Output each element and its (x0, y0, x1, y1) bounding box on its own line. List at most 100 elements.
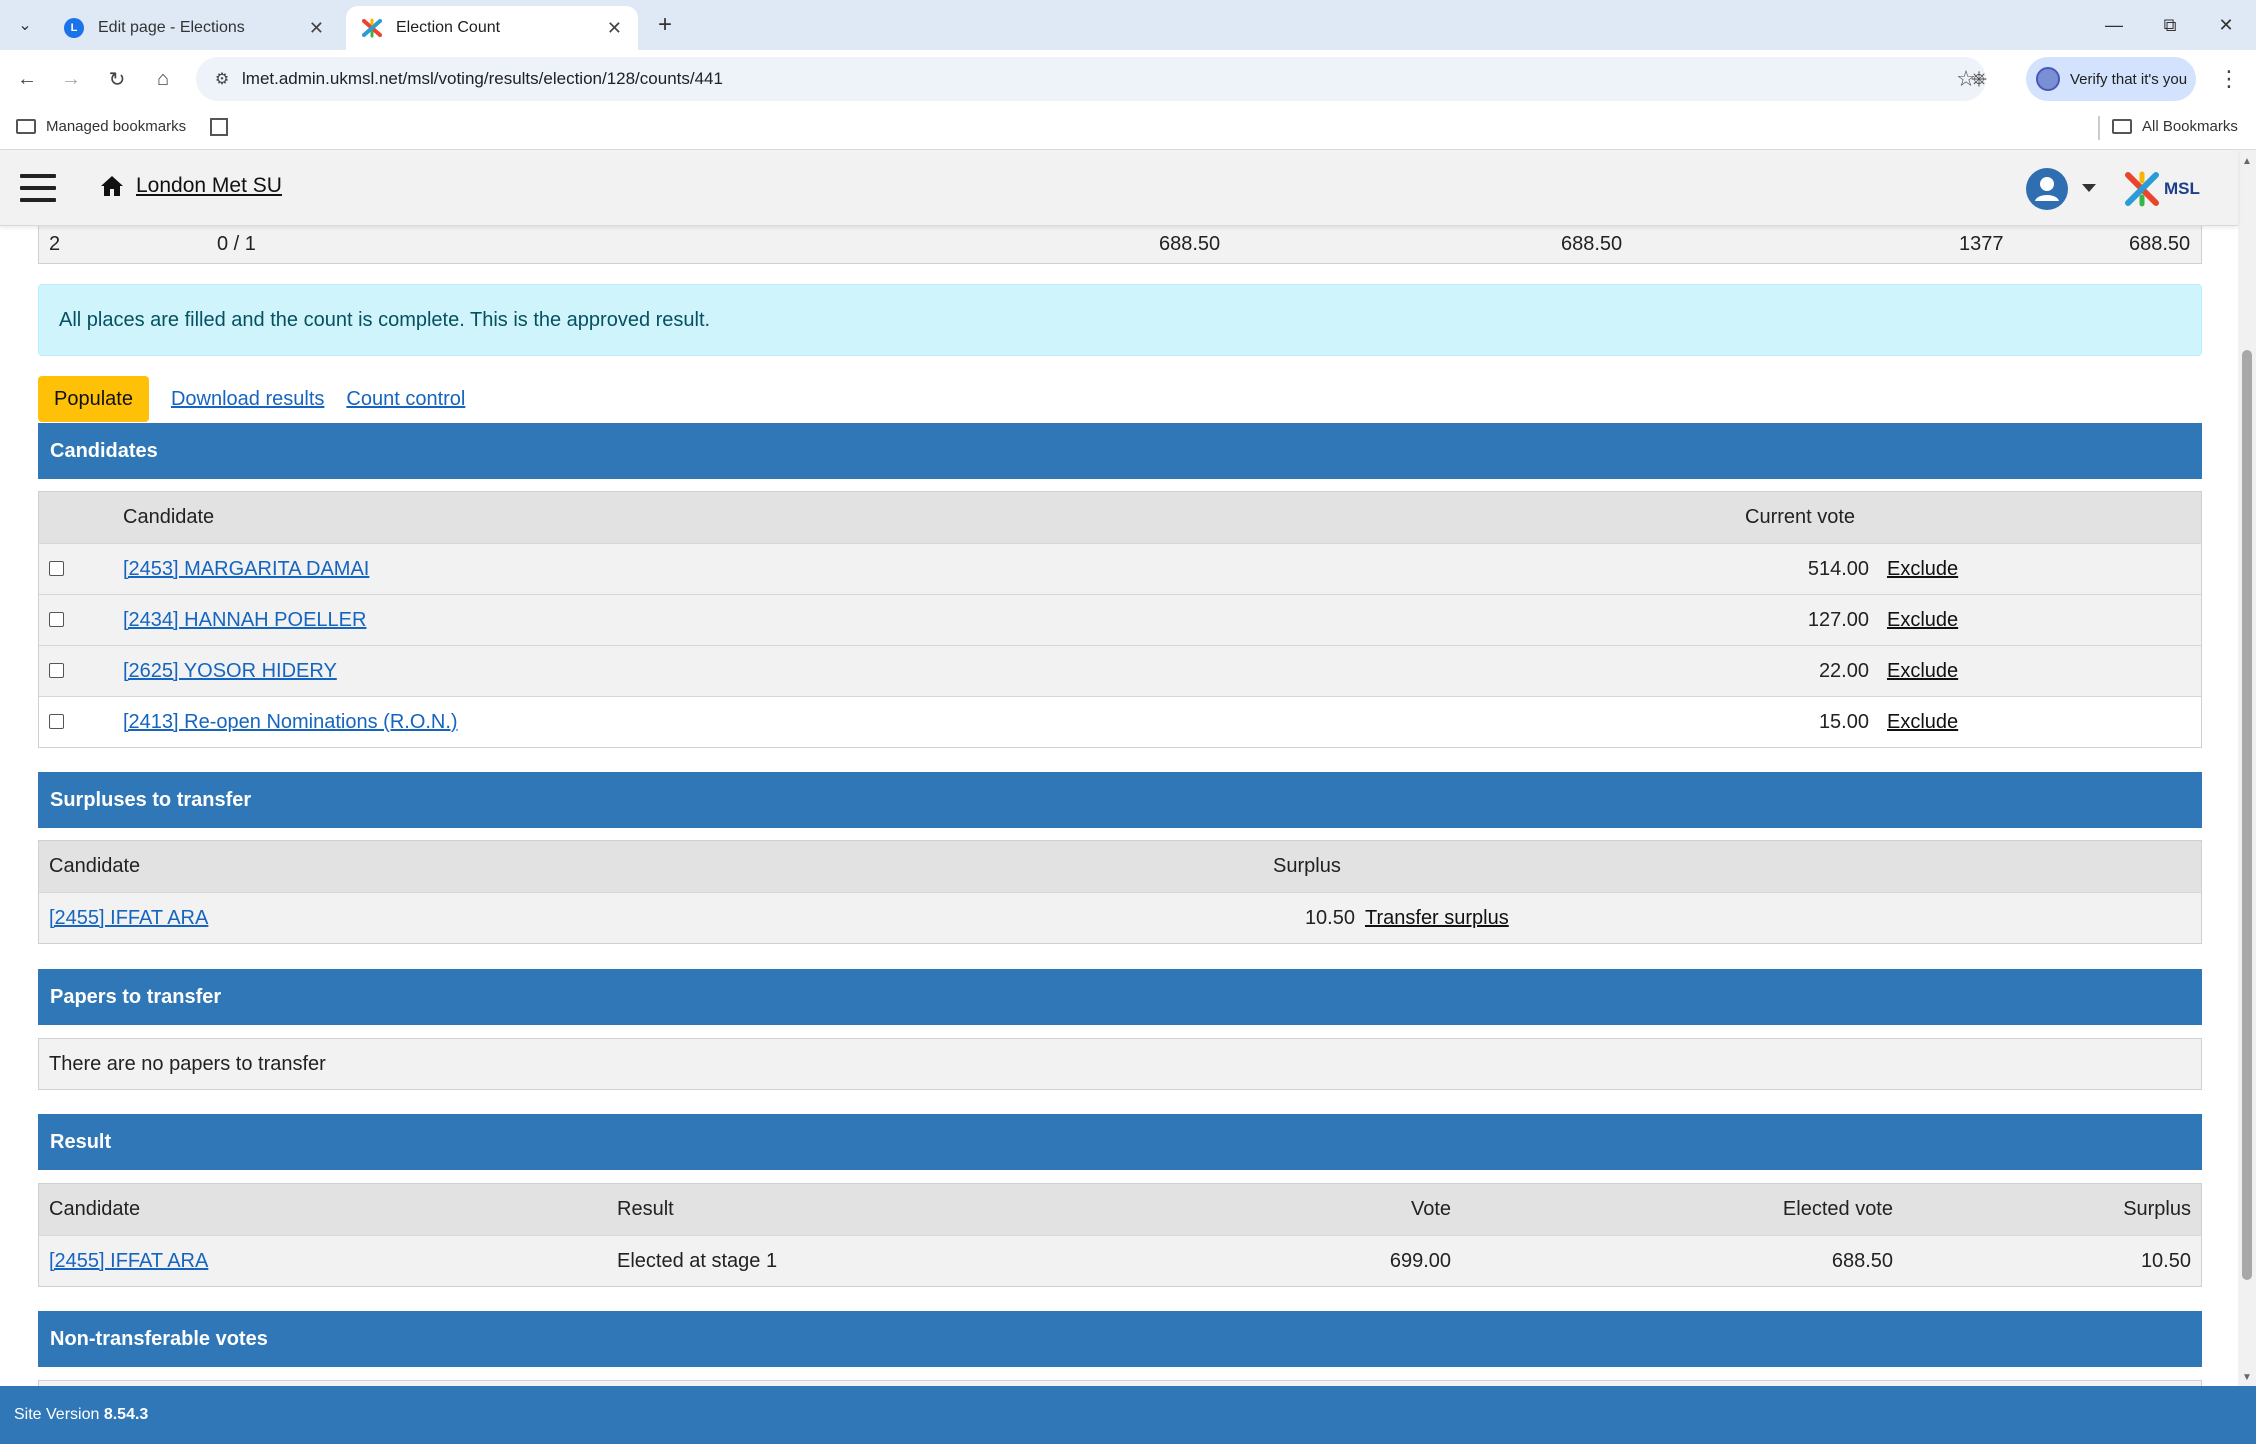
more-menu-icon[interactable]: ⋮ (2212, 62, 2246, 96)
candidate-vote: 514.00 (1807, 558, 1869, 580)
candidate-checkbox[interactable] (49, 663, 64, 678)
table-row: [2453] MARGARITA DAMAI 514.00 Exclude (39, 543, 2201, 594)
surpluses-table: Candidate Surplus [2455] IFFAT ARA 10.50… (38, 840, 2202, 944)
site-version-label: Site Version (14, 1406, 104, 1423)
restore-icon[interactable]: ⧉ (2142, 8, 2198, 42)
result-surplus: 10.50 (2140, 1250, 2191, 1272)
stage-value-6: 688.50 (2129, 233, 2191, 255)
minimize-icon[interactable]: — (2086, 8, 2142, 42)
papers-heading: Papers to transfer (38, 969, 2202, 1025)
tab-search-button[interactable]: ⌄ (12, 12, 38, 38)
home-icon[interactable]: ⌂ (146, 62, 180, 96)
stage-number: 2 (49, 233, 61, 255)
column-header-elected-vote: Elected vote (1782, 1198, 1893, 1220)
reload-icon[interactable]: ↻ (100, 62, 134, 96)
user-avatar-icon[interactable] (2026, 168, 2068, 210)
grid-icon (210, 118, 228, 136)
tab-title: Election Count (396, 19, 501, 36)
hamburger-menu-icon[interactable] (20, 174, 56, 202)
candidate-link[interactable]: [2413] Re-open Nominations (R.O.N.) (123, 697, 458, 747)
browser-tab-bar: ⌄ L Edit page - Elections ✕ Election Cou… (0, 0, 2256, 50)
all-bookmarks-folder[interactable]: All Bookmarks (2112, 118, 2238, 135)
site-header: London Met SU MSL (0, 150, 2238, 226)
table-row: [2625] YOSOR HIDERY 22.00 Exclude (39, 645, 2201, 696)
folder-icon (2112, 119, 2132, 134)
tab-edit-page-elections[interactable]: L Edit page - Elections ✕ (48, 6, 340, 50)
site-version-number: 8.54.3 (103, 1406, 149, 1423)
candidate-checkbox[interactable] (49, 612, 64, 627)
candidate-link[interactable]: [2434] HANNAH POELLER (123, 595, 366, 645)
managed-bookmarks-label: Managed bookmarks (46, 118, 187, 135)
url-text[interactable]: lmet.admin.ukmsl.net/msl/voting/results/… (242, 69, 1946, 89)
home-link[interactable]: London Met SU (100, 174, 282, 198)
candidate-checkbox[interactable] (49, 714, 64, 729)
result-table: Candidate Result Vote Elected vote Surpl… (38, 1183, 2202, 1287)
verify-label: Verify that it's you (2070, 70, 2188, 88)
msl-favicon-icon (362, 18, 382, 38)
candidate-link[interactable]: [2455] IFFAT ARA (49, 1236, 208, 1286)
candidate-link[interactable]: [2625] YOSOR HIDERY (123, 646, 337, 696)
browser-toolbar: ← → ↻ ⌂ ⚙ lmet.admin.ukmsl.net/msl/votin… (0, 50, 2256, 108)
count-control-link[interactable]: Count control (346, 388, 465, 411)
forward-icon[interactable]: → (54, 62, 88, 96)
column-header-candidate: Candidate (49, 1198, 141, 1220)
tab-title: Edit page - Elections (98, 19, 245, 36)
stage-value-5: 1377 (1959, 233, 2004, 255)
candidates-table: Candidate Current vote [2453] MARGARITA … (38, 491, 2202, 748)
extensions-icon[interactable]: ⎈ (1962, 62, 1996, 96)
column-header-current-vote: Current vote (1745, 506, 1856, 528)
table-header-row: Candidate Surplus (39, 841, 2201, 892)
address-bar[interactable]: ⚙ lmet.admin.ukmsl.net/msl/voting/result… (196, 57, 1986, 101)
table-row: [2434] HANNAH POELLER 127.00 Exclude (39, 594, 2201, 645)
candidate-checkbox[interactable] (49, 561, 64, 576)
candidate-link[interactable]: [2455] IFFAT ARA (49, 893, 208, 943)
table-row: [2413] Re-open Nominations (R.O.N.) 15.0… (39, 696, 2201, 747)
surpluses-heading: Surpluses to transfer (38, 772, 2202, 828)
download-results-link[interactable]: Download results (171, 388, 324, 411)
column-header-vote: Vote (1410, 1198, 1451, 1220)
new-tab-button[interactable]: + (650, 10, 680, 40)
back-icon[interactable]: ← (10, 62, 44, 96)
msl-logo: MSL (2124, 168, 2206, 210)
stage-value-4: 688.50 (1561, 233, 1623, 255)
stage-row: 2 0 / 1 688.50 688.50 1377 688.50 (38, 226, 2202, 264)
exclude-link[interactable]: Exclude (1887, 697, 1958, 747)
folder-icon (16, 119, 36, 134)
bookmarks-divider (2098, 116, 2100, 140)
close-window-icon[interactable]: ✕ (2198, 8, 2254, 42)
scroll-up-icon[interactable]: ▲ (2242, 156, 2252, 167)
user-menu-caret-icon[interactable] (2082, 184, 2096, 192)
apps-grid-icon[interactable] (210, 118, 228, 136)
tab-election-count[interactable]: Election Count ✕ (346, 6, 638, 50)
close-tab-icon[interactable]: ✕ (607, 18, 622, 39)
column-header-candidate: Candidate (49, 855, 141, 877)
candidate-link[interactable]: [2453] MARGARITA DAMAI (123, 544, 369, 594)
surplus-value: 10.50 (1304, 907, 1355, 929)
scroll-down-icon[interactable]: ▼ (2242, 1372, 2252, 1383)
site-info-icon[interactable]: ⚙ (202, 69, 242, 89)
home-link-label: London Met SU (136, 174, 282, 197)
result-vote: 699.00 (1389, 1250, 1451, 1272)
managed-bookmarks-folder[interactable]: Managed bookmarks (16, 118, 186, 135)
column-header-candidate: Candidate (123, 506, 215, 528)
scrollbar-thumb[interactable] (2242, 350, 2252, 1280)
count-actions: Populate Download results Count control (38, 376, 465, 422)
table-header-row: Candidate Result Vote Elected vote Surpl… (39, 1184, 2201, 1235)
result-elected-vote: 688.50 (1831, 1250, 1893, 1272)
exclude-link[interactable]: Exclude (1887, 544, 1958, 594)
non-transferable-heading: Non-transferable votes (38, 1311, 2202, 1367)
close-tab-icon[interactable]: ✕ (309, 18, 324, 39)
verify-identity-button[interactable]: Verify that it's you (2026, 57, 2196, 101)
populate-button[interactable]: Populate (38, 376, 149, 422)
exclude-link[interactable]: Exclude (1887, 595, 1958, 645)
stage-value-3: 688.50 (1159, 233, 1221, 255)
count-complete-alert: All places are filled and the count is c… (38, 284, 2202, 356)
column-header-surplus: Surplus (1273, 855, 1341, 877)
candidate-vote: 15.00 (1818, 711, 1869, 733)
column-header-result: Result (617, 1198, 674, 1220)
exclude-link[interactable]: Exclude (1887, 646, 1958, 696)
transfer-surplus-link[interactable]: Transfer surplus (1365, 893, 1509, 943)
table-header-row: Candidate Current vote (39, 492, 2201, 543)
no-papers-message: There are no papers to transfer (38, 1038, 2202, 1090)
result-heading: Result (38, 1114, 2202, 1170)
